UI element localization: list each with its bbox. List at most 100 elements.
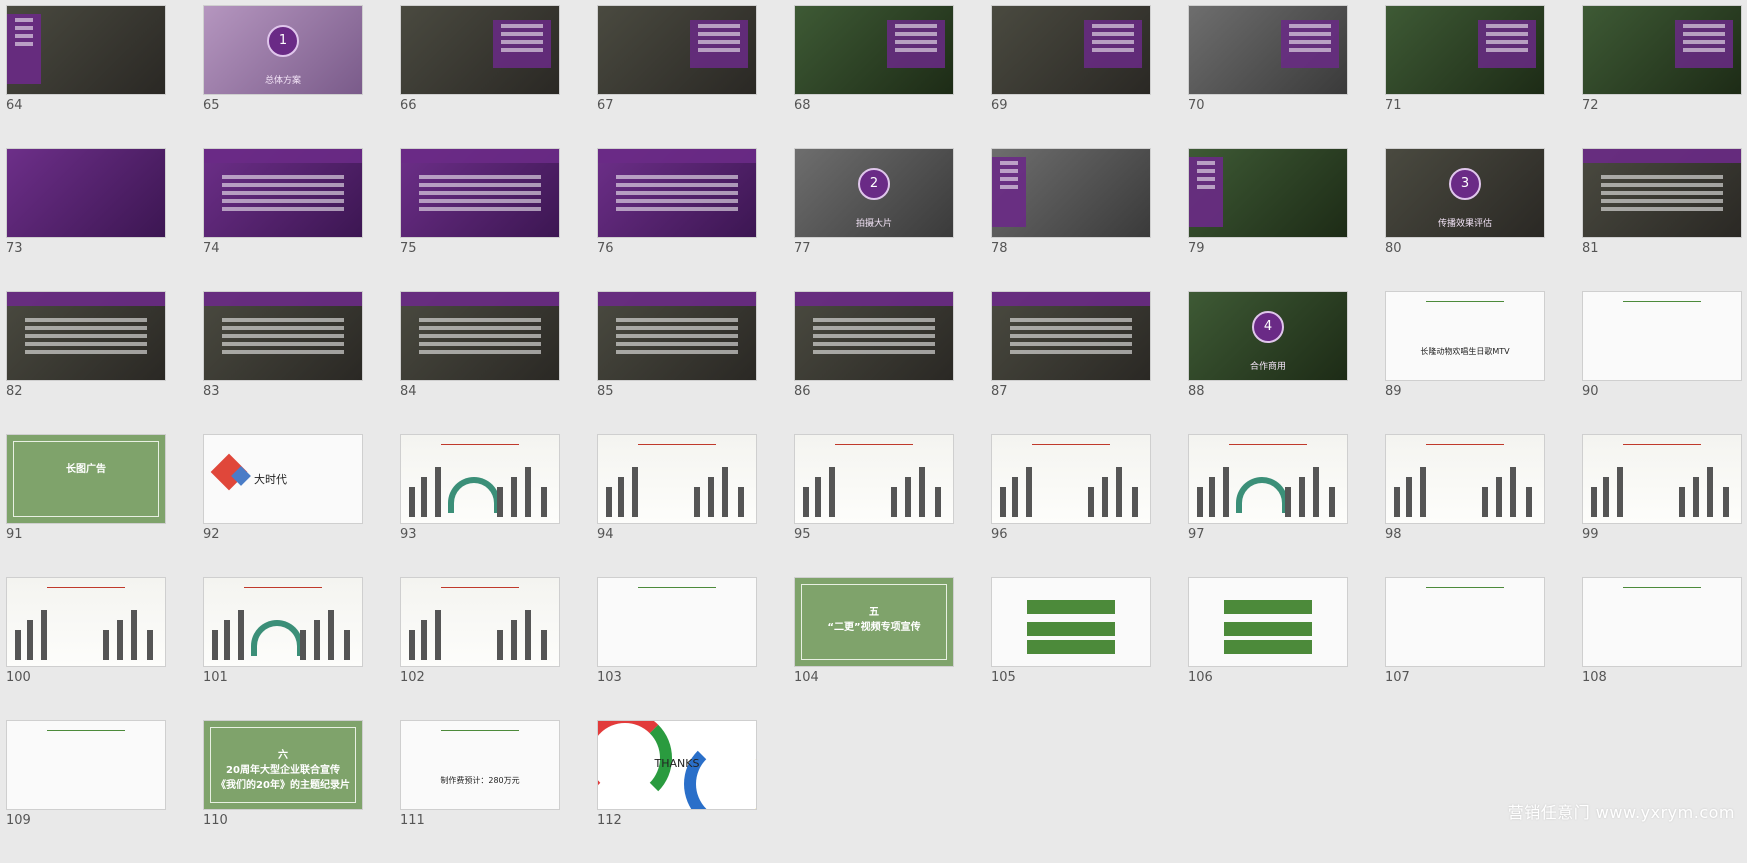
slide-thumbnail-96[interactable]: 96 — [991, 434, 1151, 577]
slide-thumbnail-111[interactable]: 制作费预计：280万元 111 — [400, 720, 560, 863]
slide-preview[interactable] — [1385, 434, 1545, 524]
slide-preview[interactable] — [1582, 434, 1742, 524]
slide-thumbnail-65[interactable]: 1 总体方案 65 — [203, 5, 363, 148]
slide-preview[interactable] — [203, 291, 363, 381]
slide-preview[interactable] — [6, 291, 166, 381]
slide-thumbnail-91[interactable]: 长图广告 91 — [6, 434, 166, 577]
slide-thumbnail-106[interactable]: 106 — [1188, 577, 1348, 720]
slide-preview[interactable] — [1582, 291, 1742, 381]
slide-preview[interactable]: 长隆动物欢唱生日歌MTV — [1385, 291, 1545, 381]
slide-preview[interactable]: 4 合作商用 — [1188, 291, 1348, 381]
slide-thumbnail-83[interactable]: 83 — [203, 291, 363, 434]
slide-preview[interactable] — [991, 5, 1151, 95]
slide-preview[interactable]: 1 总体方案 — [203, 5, 363, 95]
slide-thumbnail-68[interactable]: 68 — [794, 5, 954, 148]
slide-preview[interactable] — [794, 434, 954, 524]
slide-preview[interactable] — [1385, 577, 1545, 667]
slide-preview[interactable] — [1582, 5, 1742, 95]
slide-thumbnail-77[interactable]: 2 拍摄大片 77 — [794, 148, 954, 291]
slide-thumbnail-78[interactable]: 78 — [991, 148, 1151, 291]
slide-thumbnail-90[interactable]: 90 — [1582, 291, 1742, 434]
slide-thumbnail-98[interactable]: 98 — [1385, 434, 1545, 577]
slide-thumbnail-100[interactable]: 100 — [6, 577, 166, 720]
slide-thumbnail-75[interactable]: 75 — [400, 148, 560, 291]
slide-thumbnail-102[interactable]: 102 — [400, 577, 560, 720]
slide-thumbnail-72[interactable]: 72 — [1582, 5, 1742, 148]
slide-thumbnail-87[interactable]: 87 — [991, 291, 1151, 434]
slide-preview[interactable] — [400, 148, 560, 238]
slide-preview[interactable] — [1188, 434, 1348, 524]
slide-preview[interactable]: THANKS — [597, 720, 757, 810]
slide-preview[interactable] — [597, 148, 757, 238]
slide-preview[interactable] — [203, 148, 363, 238]
slide-preview[interactable] — [400, 577, 560, 667]
slide-preview[interactable] — [6, 577, 166, 667]
slide-thumbnail-80[interactable]: 3 传播效果评估 80 — [1385, 148, 1545, 291]
slide-thumbnail-93[interactable]: 93 — [400, 434, 560, 577]
slide-preview[interactable]: 六 20周年大型企业联合宣传 《我们的20年》的主题纪录片 — [203, 720, 363, 810]
slide-preview[interactable] — [991, 291, 1151, 381]
slide-thumbnail-88[interactable]: 4 合作商用 88 — [1188, 291, 1348, 434]
slide-thumbnail-103[interactable]: 103 — [597, 577, 757, 720]
slide-thumbnail-73[interactable]: 73 — [6, 148, 166, 291]
slide-preview[interactable]: 3 传播效果评估 — [1385, 148, 1545, 238]
slide-thumbnail-85[interactable]: 85 — [597, 291, 757, 434]
slide-preview[interactable] — [1188, 5, 1348, 95]
slide-preview[interactable]: 长图广告 — [6, 434, 166, 524]
slide-thumbnail-64[interactable]: 64 — [6, 5, 166, 148]
slide-thumbnail-95[interactable]: 95 — [794, 434, 954, 577]
slide-thumbnail-92[interactable]: 大时代 92 — [203, 434, 363, 577]
slide-preview[interactable] — [400, 434, 560, 524]
slide-thumbnail-81[interactable]: 81 — [1582, 148, 1742, 291]
slide-preview[interactable] — [794, 291, 954, 381]
slide-thumbnail-76[interactable]: 76 — [597, 148, 757, 291]
slide-preview[interactable] — [597, 577, 757, 667]
slide-thumbnail-89[interactable]: 长隆动物欢唱生日歌MTV 89 — [1385, 291, 1545, 434]
slide-preview[interactable] — [6, 148, 166, 238]
slide-preview[interactable]: 制作费预计：280万元 — [400, 720, 560, 810]
slide-thumbnail-74[interactable]: 74 — [203, 148, 363, 291]
slide-preview[interactable] — [597, 5, 757, 95]
slide-thumbnail-104[interactable]: 五 “二更”视频专项宣传 104 — [794, 577, 954, 720]
slide-thumbnail-112[interactable]: THANKS 112 — [597, 720, 757, 863]
slide-thumbnail-94[interactable]: 94 — [597, 434, 757, 577]
slide-preview[interactable] — [400, 291, 560, 381]
slide-preview[interactable] — [6, 5, 166, 95]
title-band — [7, 292, 165, 306]
slide-preview[interactable] — [597, 434, 757, 524]
slide-thumbnail-86[interactable]: 86 — [794, 291, 954, 434]
slide-thumbnail-97[interactable]: 97 — [1188, 434, 1348, 577]
slide-thumbnail-69[interactable]: 69 — [991, 5, 1151, 148]
slide-thumbnail-110[interactable]: 六 20周年大型企业联合宣传 《我们的20年》的主题纪录片 110 — [203, 720, 363, 863]
slide-preview[interactable] — [794, 5, 954, 95]
slide-thumbnail-79[interactable]: 79 — [1188, 148, 1348, 291]
slide-preview[interactable]: 五 “二更”视频专项宣传 — [794, 577, 954, 667]
slide-thumbnail-108[interactable]: 108 — [1582, 577, 1742, 720]
slide-preview[interactable] — [597, 291, 757, 381]
slide-preview[interactable] — [991, 434, 1151, 524]
slide-preview[interactable] — [1385, 5, 1545, 95]
slide-thumbnail-105[interactable]: 105 — [991, 577, 1151, 720]
slide-thumbnail-82[interactable]: 82 — [6, 291, 166, 434]
slide-preview[interactable] — [1582, 577, 1742, 667]
slide-thumbnail-84[interactable]: 84 — [400, 291, 560, 434]
slide-thumbnail-109[interactable]: 109 — [6, 720, 166, 863]
slide-preview[interactable]: 2 拍摄大片 — [794, 148, 954, 238]
slide-preview[interactable] — [6, 720, 166, 810]
slide-thumbnail-71[interactable]: 71 — [1385, 5, 1545, 148]
slide-thumbnail-99[interactable]: 99 — [1582, 434, 1742, 577]
slide-thumbnail-67[interactable]: 67 — [597, 5, 757, 148]
slide-thumbnail-107[interactable]: 107 — [1385, 577, 1545, 720]
slide-thumbnail-70[interactable]: 70 — [1188, 5, 1348, 148]
slide-preview[interactable] — [991, 148, 1151, 238]
slide-thumbnail-101[interactable]: 101 — [203, 577, 363, 720]
slide-preview[interactable] — [203, 577, 363, 667]
slide-thumbnail-66[interactable]: 66 — [400, 5, 560, 148]
slide-preview[interactable]: 大时代 — [203, 434, 363, 524]
side-panel — [1189, 157, 1223, 227]
slide-preview[interactable] — [400, 5, 560, 95]
slide-preview[interactable] — [991, 577, 1151, 667]
slide-preview[interactable] — [1188, 577, 1348, 667]
slide-preview[interactable] — [1188, 148, 1348, 238]
slide-preview[interactable] — [1582, 148, 1742, 238]
